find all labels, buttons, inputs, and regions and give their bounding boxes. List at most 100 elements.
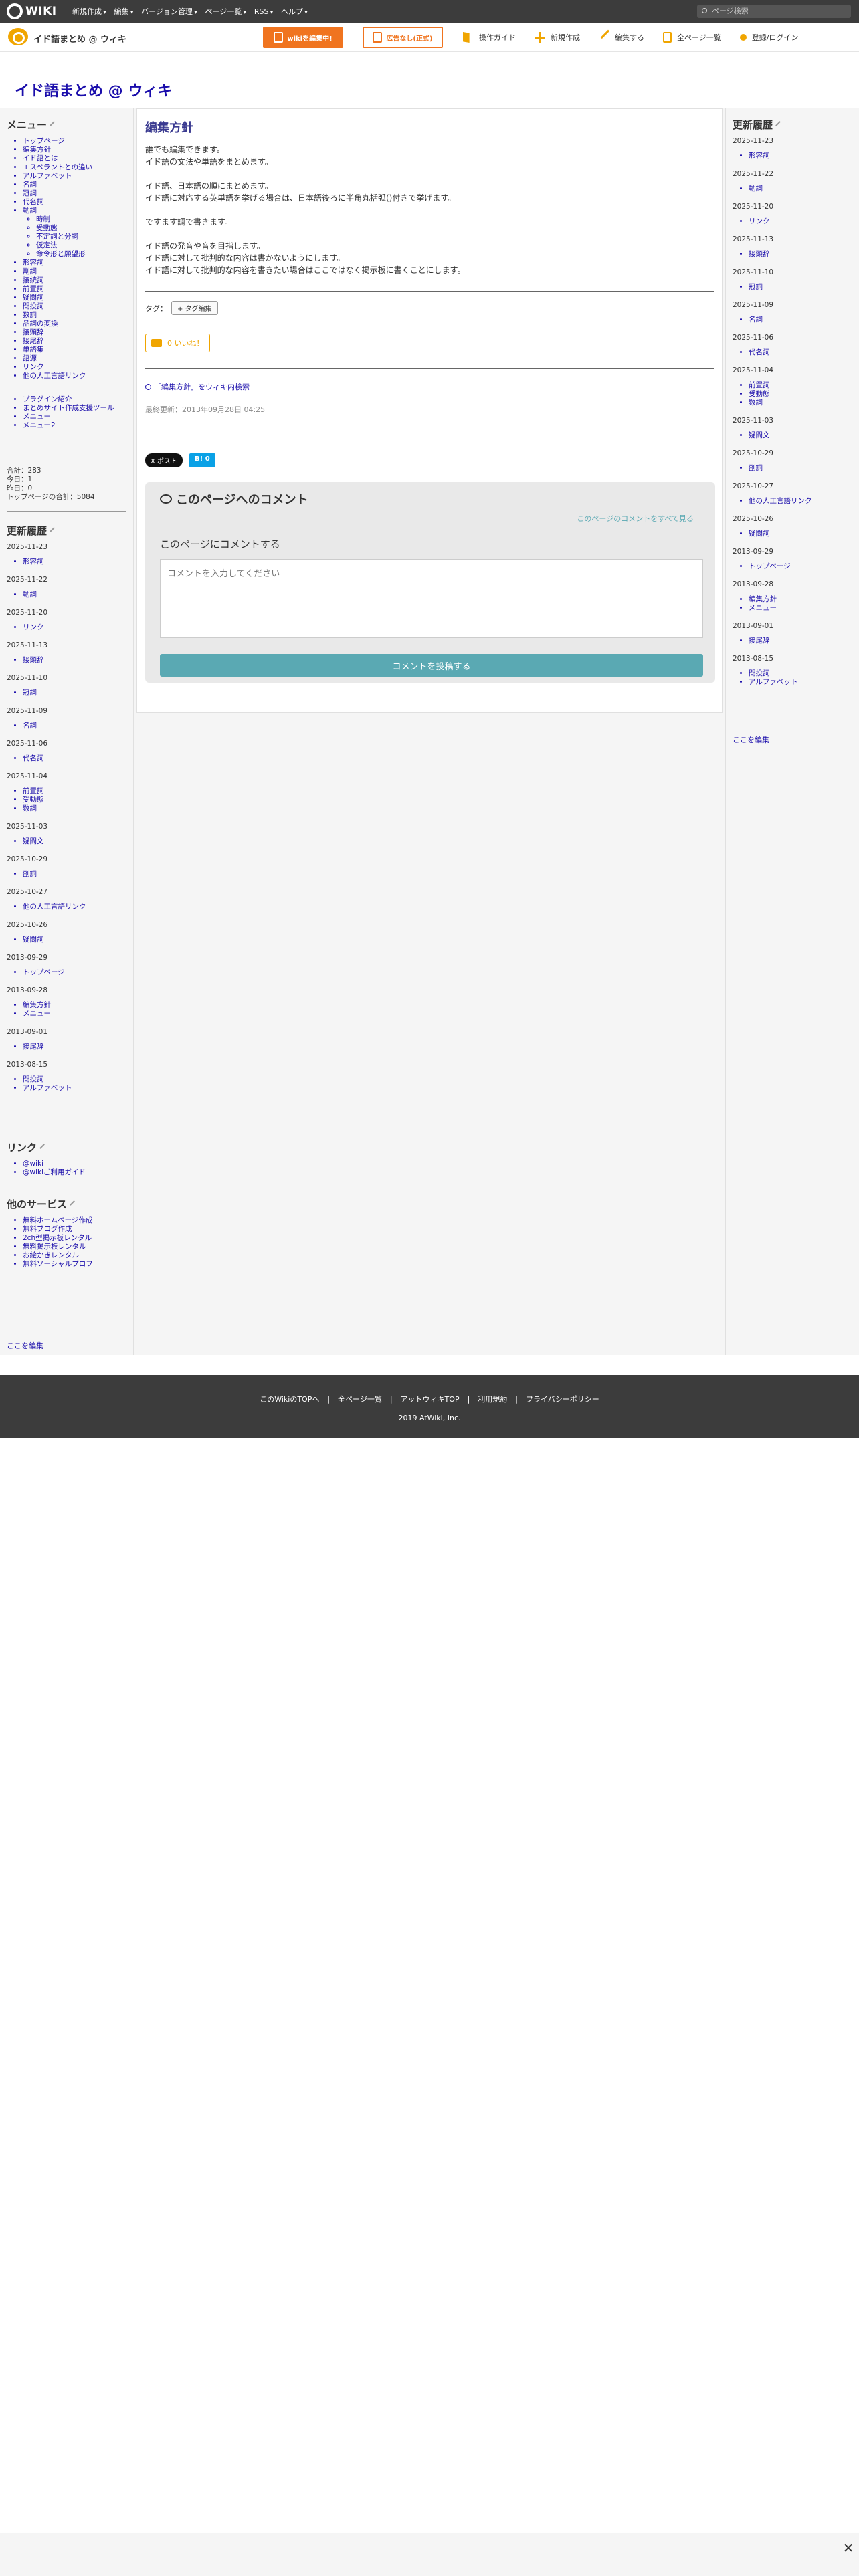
- recent-item[interactable]: 接頭辞: [749, 250, 852, 259]
- guide-link[interactable]: 操作ガイド: [463, 32, 516, 43]
- close-icon[interactable]: ✕: [842, 2541, 855, 2555]
- wiki-name[interactable]: イド語まとめ @ ウィキ: [33, 32, 126, 45]
- recent-item[interactable]: 名詞: [23, 722, 126, 730]
- site-title[interactable]: イド語まとめ @ ウィキ: [15, 79, 172, 100]
- x-post-button[interactable]: X ポスト: [145, 453, 183, 467]
- menu-item[interactable]: メニュー: [23, 413, 126, 421]
- edit-pencil-icon[interactable]: [775, 121, 784, 130]
- wiki-editing-button[interactable]: wikiを編集中!: [263, 27, 343, 48]
- recent-item[interactable]: 数詞: [749, 399, 852, 407]
- comment-submit-button[interactable]: コメントを投稿する: [160, 654, 703, 677]
- recent-item[interactable]: 数詞: [23, 804, 126, 813]
- menu-item[interactable]: 冠詞: [23, 189, 126, 198]
- recent-item[interactable]: 疑問文: [749, 431, 852, 440]
- menu-item[interactable]: 副詞: [23, 267, 126, 276]
- menu-item[interactable]: 他の人工言語リンク: [23, 372, 126, 381]
- new-page-link[interactable]: 新規作成: [535, 32, 580, 43]
- service-item[interactable]: 無料ホームページ作成: [23, 1216, 126, 1225]
- menu-item[interactable]: 形容詞: [23, 259, 126, 267]
- global-menu-item[interactable]: 編集: [114, 6, 134, 17]
- menu-item[interactable]: イド語とは: [23, 154, 126, 163]
- service-item[interactable]: 無料掲示板レンタル: [23, 1243, 126, 1251]
- edit-left-link[interactable]: ここを編集: [7, 1340, 43, 1351]
- edit-pencil-icon[interactable]: [70, 1200, 78, 1209]
- recent-item[interactable]: アルファベット: [749, 678, 852, 687]
- global-menu-item[interactable]: RSS: [254, 7, 273, 16]
- recent-item[interactable]: 冠詞: [749, 283, 852, 292]
- menu-item[interactable]: リンク: [23, 363, 126, 372]
- menu-item[interactable]: トップページ: [23, 137, 126, 146]
- page-search-input[interactable]: ページ検索: [697, 5, 851, 18]
- recent-item[interactable]: 間投詞: [23, 1075, 126, 1084]
- edit-pencil-icon[interactable]: [50, 527, 58, 536]
- menu-item[interactable]: 編集方針: [23, 146, 126, 154]
- recent-item[interactable]: リンク: [749, 217, 852, 226]
- menu-item[interactable]: 代名詞: [23, 198, 126, 207]
- login-link[interactable]: 登録/ログイン: [739, 32, 799, 43]
- no-ads-button[interactable]: 広告なし(正式): [363, 27, 443, 48]
- recent-item[interactable]: 副詞: [23, 870, 126, 879]
- recent-item[interactable]: 動詞: [749, 185, 852, 193]
- link-item[interactable]: @wikiご利用ガイド: [23, 1168, 126, 1177]
- wiki-logo-icon[interactable]: [8, 28, 28, 45]
- global-menu-item[interactable]: ヘルプ: [281, 6, 308, 17]
- recent-item[interactable]: 代名詞: [23, 754, 126, 763]
- footer-link[interactable]: アットウィキTOP: [401, 1395, 460, 1404]
- submenu-item[interactable]: 受動態: [36, 224, 126, 233]
- menu-item[interactable]: メニュー2: [23, 421, 126, 430]
- menu-item[interactable]: 数詞: [23, 311, 126, 320]
- menu-item[interactable]: 語源: [23, 354, 126, 363]
- recent-item[interactable]: 受動態: [749, 390, 852, 399]
- global-menu-item[interactable]: 新規作成: [72, 6, 106, 17]
- recent-item[interactable]: 疑問詞: [749, 530, 852, 538]
- recent-item[interactable]: 副詞: [749, 464, 852, 473]
- global-menu-item[interactable]: バージョン管理: [141, 6, 197, 17]
- footer-link[interactable]: 全ページ一覧: [338, 1395, 382, 1404]
- link-item[interactable]: @wiki: [23, 1160, 126, 1168]
- recent-item[interactable]: 形容詞: [23, 558, 126, 566]
- menu-item[interactable]: 前置詞: [23, 285, 126, 294]
- recent-item[interactable]: 接頭辞: [23, 656, 126, 665]
- all-comments-link[interactable]: このページのコメントをすべて見る: [577, 513, 694, 524]
- menu-item[interactable]: 単語集: [23, 346, 126, 354]
- recent-item[interactable]: メニュー: [23, 1010, 126, 1018]
- comment-input[interactable]: [160, 559, 703, 638]
- submenu-item[interactable]: 仮定法: [36, 241, 126, 250]
- recent-item[interactable]: 動詞: [23, 591, 126, 599]
- menu-item[interactable]: アルファベット: [23, 172, 126, 181]
- recent-item[interactable]: 他の人工言語リンク: [23, 903, 126, 911]
- menu-item[interactable]: エスペラントとの違い: [23, 163, 126, 172]
- service-item[interactable]: 無料ソーシャルプロフ: [23, 1260, 126, 1269]
- submenu-item[interactable]: 不定詞と分詞: [36, 233, 126, 241]
- recent-item[interactable]: 冠詞: [23, 689, 126, 697]
- footer-link[interactable]: 利用規約: [478, 1395, 507, 1404]
- recent-item[interactable]: 疑問詞: [23, 936, 126, 944]
- submenu-item[interactable]: 命令形と願望形: [36, 250, 126, 259]
- footer-link[interactable]: プライバシーポリシー: [526, 1395, 599, 1404]
- menu-item[interactable]: 品詞の変換: [23, 320, 126, 328]
- recent-item[interactable]: 接尾辞: [749, 637, 852, 645]
- recent-item[interactable]: 代名詞: [749, 348, 852, 357]
- recent-item[interactable]: 編集方針: [749, 595, 852, 604]
- recent-item[interactable]: 編集方針: [23, 1001, 126, 1010]
- submenu-item[interactable]: 時制: [36, 215, 126, 224]
- recent-item[interactable]: トップページ: [749, 562, 852, 571]
- all-pages-link[interactable]: 全ページ一覧: [663, 32, 721, 43]
- menu-item[interactable]: プラグイン紹介: [23, 395, 126, 404]
- atwiki-logo[interactable]: WIKI: [7, 3, 64, 20]
- recent-item[interactable]: 名詞: [749, 316, 852, 324]
- recent-item[interactable]: 形容詞: [749, 152, 852, 160]
- wiki-search-link[interactable]: 「編集方針」をウィキ内検索: [145, 381, 714, 392]
- recent-item[interactable]: 間投詞: [749, 669, 852, 678]
- recent-item[interactable]: トップページ: [23, 968, 126, 977]
- recent-item[interactable]: 前置詞: [749, 381, 852, 390]
- recent-item[interactable]: メニュー: [749, 604, 852, 613]
- menu-item[interactable]: 疑問詞: [23, 294, 126, 302]
- recent-item[interactable]: 接尾辞: [23, 1043, 126, 1051]
- edit-pencil-icon[interactable]: [39, 1144, 48, 1152]
- menu-item[interactable]: まとめサイト作成支援ツール: [23, 404, 126, 413]
- edit-right-link[interactable]: ここを編集: [733, 734, 769, 745]
- hatena-bookmark-button[interactable]: B! 0: [189, 453, 215, 467]
- recent-item[interactable]: リンク: [23, 623, 126, 632]
- recent-item[interactable]: 他の人工言語リンク: [749, 497, 852, 506]
